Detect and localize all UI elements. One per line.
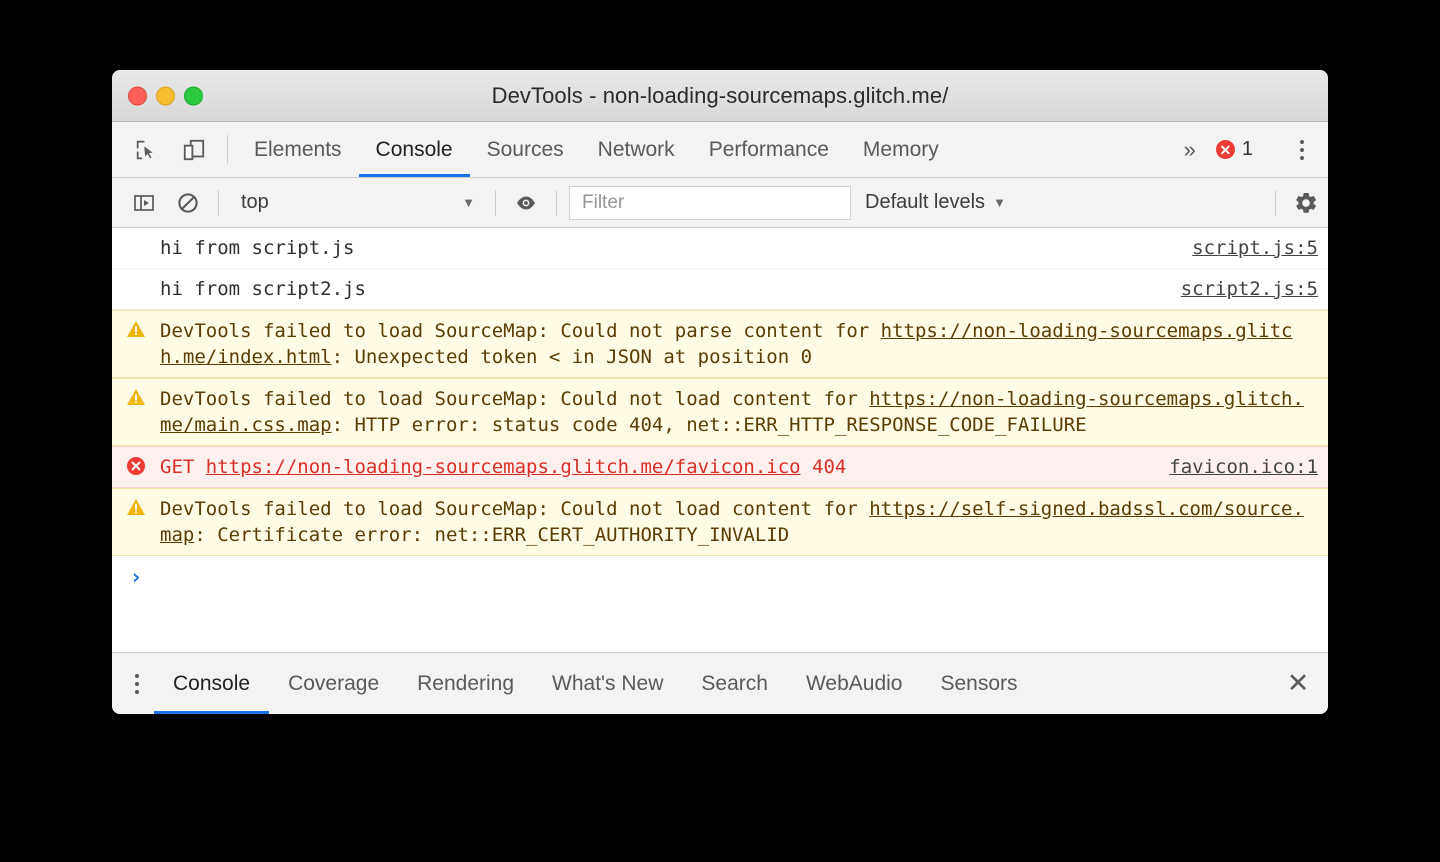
message-gutter: [112, 496, 160, 516]
console-toolbar-right: [1267, 190, 1328, 216]
message-text: DevTools failed to load SourceMap: Could…: [160, 318, 1318, 370]
warning-icon: [126, 498, 146, 516]
show-console-sidebar-icon[interactable]: [122, 178, 166, 227]
close-drawer-button[interactable]: ✕: [1268, 653, 1328, 714]
console-message-list: hi from script.js script.js:5 hi from sc…: [112, 228, 1328, 630]
warning-icon: [126, 320, 146, 338]
console-message-warning[interactable]: DevTools failed to load SourceMap: Could…: [112, 488, 1328, 556]
gear-icon[interactable]: [1284, 190, 1328, 216]
window-title: DevTools - non-loading-sourcemaps.glitch…: [112, 83, 1328, 109]
message-suffix: : HTTP error: status code 404, net::ERR_…: [332, 414, 1087, 436]
log-level-selector[interactable]: Default levels ▼: [851, 191, 1020, 214]
tab-bar-right-controls: » ✕ 1: [1170, 122, 1328, 177]
message-url-link[interactable]: https://non-loading-sourcemaps.glitch.me…: [206, 456, 801, 478]
title-bar: DevTools - non-loading-sourcemaps.glitch…: [112, 70, 1328, 122]
device-toolbar-icon[interactable]: [170, 122, 218, 177]
log-level-label: Default levels: [865, 191, 985, 214]
window-controls: [128, 86, 203, 105]
tab-sources[interactable]: Sources: [470, 122, 581, 177]
tab-network[interactable]: Network: [581, 122, 692, 177]
message-text: DevTools failed to load SourceMap: Could…: [160, 496, 1318, 548]
drawer-tab-search[interactable]: Search: [682, 653, 787, 714]
message-source-link[interactable]: script2.js:5: [1181, 276, 1318, 302]
inspect-element-icon[interactable]: [122, 122, 170, 177]
drawer-tab-rendering[interactable]: Rendering: [398, 653, 533, 714]
message-source-link[interactable]: script.js:5: [1192, 235, 1318, 261]
message-suffix: 404: [801, 456, 847, 478]
drawer-tab-sensors[interactable]: Sensors: [921, 653, 1036, 714]
toolbar-divider: [556, 190, 557, 216]
maximize-window-button[interactable]: [184, 86, 203, 105]
tab-memory[interactable]: Memory: [846, 122, 956, 177]
message-prefix: GET: [160, 456, 206, 478]
toolbar-divider: [1275, 190, 1276, 216]
console-message-log[interactable]: hi from script.js script.js:5: [112, 228, 1328, 269]
toolbar-divider: [218, 190, 219, 216]
close-window-button[interactable]: [128, 86, 147, 105]
customize-devtools-icon[interactable]: [1284, 140, 1320, 160]
console-toolbar: top ▼ Default levels ▼: [112, 178, 1328, 228]
error-count-badge[interactable]: ✕ 1: [1210, 138, 1265, 161]
message-gutter: [112, 318, 160, 338]
warning-icon: [126, 388, 146, 406]
eye-icon[interactable]: [504, 178, 548, 227]
drawer-tab-bar: Console Coverage Rendering What's New Se…: [112, 652, 1328, 714]
more-tabs-icon[interactable]: »: [1170, 137, 1210, 163]
message-prefix: DevTools failed to load SourceMap: Could…: [160, 498, 869, 520]
more-options-icon[interactable]: [120, 653, 154, 714]
chevron-down-icon: ▼: [993, 195, 1006, 210]
console-message-warning[interactable]: DevTools failed to load SourceMap: Could…: [112, 310, 1328, 378]
drawer-tab-whats-new[interactable]: What's New: [533, 653, 682, 714]
console-message-log[interactable]: hi from script2.js script2.js:5: [112, 269, 1328, 310]
drawer-tab-console[interactable]: Console: [154, 653, 269, 714]
toolbar-divider: [227, 135, 228, 164]
message-gutter: [112, 235, 160, 237]
message-text: hi from script.js: [160, 235, 1192, 261]
execution-context-value: top: [241, 191, 269, 214]
drawer-tab-coverage[interactable]: Coverage: [269, 653, 398, 714]
message-gutter: [112, 386, 160, 406]
message-text: GET https://non-loading-sourcemaps.glitc…: [160, 454, 1169, 480]
tab-performance[interactable]: Performance: [692, 122, 846, 177]
main-tab-bar: Elements Console Sources Network Perform…: [112, 122, 1328, 178]
error-count: 1: [1242, 138, 1253, 161]
execution-context-selector[interactable]: top ▼: [227, 191, 487, 214]
tab-console[interactable]: Console: [359, 122, 470, 177]
prompt-glyph: ›: [112, 565, 160, 589]
message-gutter: [112, 276, 160, 278]
message-prefix: DevTools failed to load SourceMap: Could…: [160, 388, 869, 410]
error-icon: ✕: [1216, 140, 1235, 159]
console-message-error[interactable]: GET https://non-loading-sourcemaps.glitc…: [112, 446, 1328, 488]
message-prefix: DevTools failed to load SourceMap: Could…: [160, 320, 881, 342]
message-gutter: [112, 454, 160, 476]
clear-console-icon[interactable]: [166, 178, 210, 227]
message-text: DevTools failed to load SourceMap: Could…: [160, 386, 1318, 438]
chevron-down-icon: ▼: [462, 195, 475, 210]
toolbar-divider: [495, 190, 496, 216]
message-source-link[interactable]: favicon.ico:1: [1169, 454, 1318, 480]
console-message-area: hi from script.js script.js:5 hi from sc…: [112, 228, 1328, 643]
minimize-window-button[interactable]: [156, 86, 175, 105]
error-icon: [126, 456, 146, 476]
drawer-tab-webaudio[interactable]: WebAudio: [787, 653, 922, 714]
console-prompt-row[interactable]: ›: [112, 556, 1328, 630]
message-suffix: : Certificate error: net::ERR_CERT_AUTHO…: [194, 524, 789, 546]
filter-input[interactable]: [580, 191, 840, 215]
message-text: hi from script2.js: [160, 276, 1181, 302]
devtools-window: DevTools - non-loading-sourcemaps.glitch…: [112, 70, 1328, 714]
console-message-warning[interactable]: DevTools failed to load SourceMap: Could…: [112, 378, 1328, 446]
filter-input-wrapper[interactable]: [569, 186, 851, 220]
tab-elements[interactable]: Elements: [237, 122, 359, 177]
message-suffix: : Unexpected token < in JSON at position…: [332, 346, 812, 368]
